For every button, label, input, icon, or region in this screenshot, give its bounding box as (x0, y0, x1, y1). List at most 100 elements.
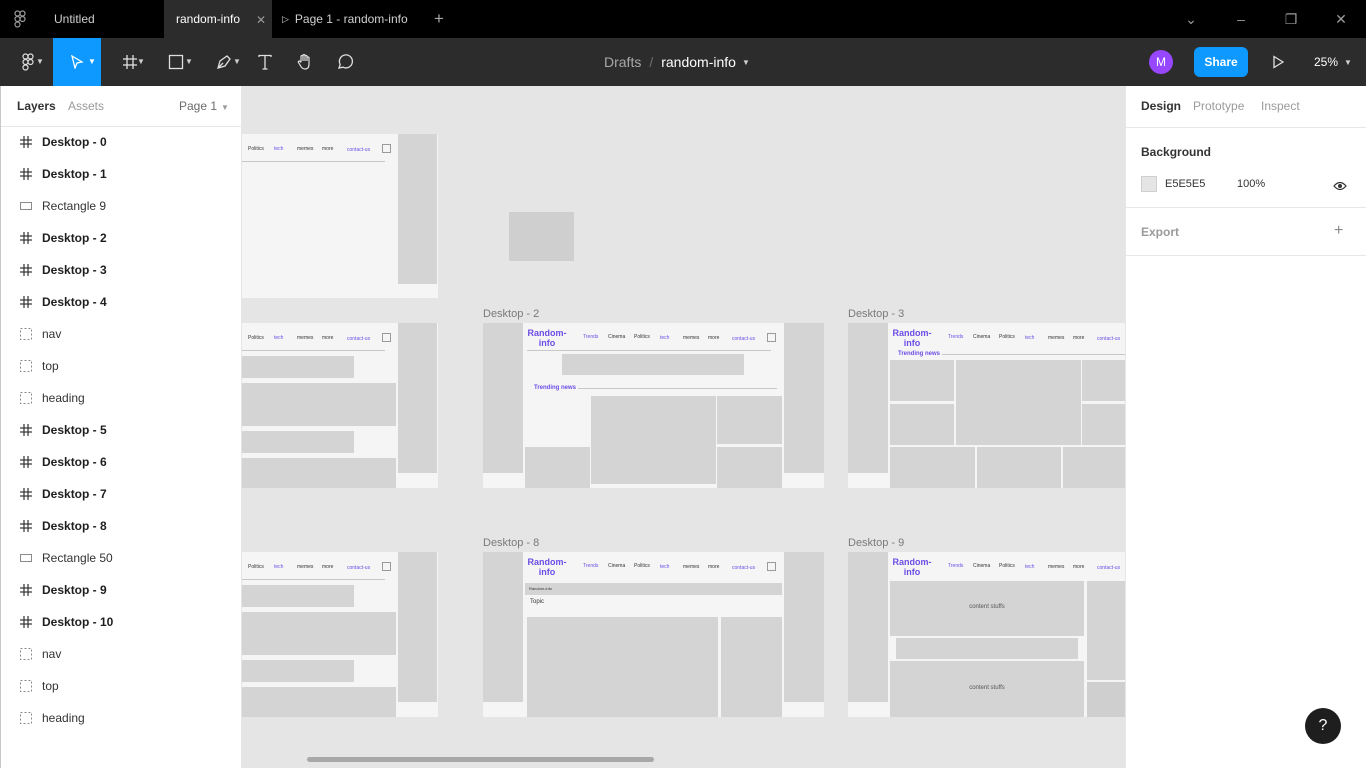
layer-row[interactable]: Desktop - 7 (1, 478, 242, 510)
tab-prototype-page[interactable]: ▷ Page 1 - random-info (272, 0, 428, 38)
layer-row[interactable]: Desktop - 10 (1, 606, 242, 638)
tab-random-info[interactable]: random-info ✕ (164, 0, 272, 38)
news-block (717, 447, 782, 488)
layer-row[interactable]: Rectangle 50 (1, 542, 242, 574)
layer-row[interactable]: Desktop - 3 (1, 254, 242, 286)
main-menu-button[interactable]: ▼ (8, 38, 48, 86)
group-icon (19, 391, 33, 405)
pen-tool-button[interactable]: ▼ (204, 38, 244, 86)
news-block (890, 360, 954, 401)
layer-row[interactable]: nav (1, 638, 242, 670)
divider (527, 350, 771, 351)
page-select-label: Page 1 (179, 99, 218, 113)
frame-desktop-7[interactable]: Politics tech memes more contact-us (242, 552, 438, 717)
window-close-icon[interactable]: ✕ (1316, 11, 1366, 28)
canvas[interactable]: Politics tech memes more contact-us Poli… (242, 86, 1125, 768)
news-block (890, 447, 975, 488)
move-tool-button[interactable]: ▼ (53, 38, 101, 86)
text-tool-button[interactable] (250, 38, 280, 86)
add-export-icon[interactable]: + (1334, 222, 1343, 240)
rectangle-9[interactable] (509, 212, 574, 261)
nav-item-memes: memes (683, 335, 700, 341)
help-button[interactable]: ? (1305, 708, 1341, 744)
hand-tool-button[interactable] (290, 38, 320, 86)
eye-icon[interactable] (1333, 178, 1347, 196)
layer-row[interactable]: nav (1, 318, 242, 350)
layer-row[interactable]: Desktop - 1 (1, 158, 242, 190)
layer-row[interactable]: top (1, 350, 242, 382)
frame-desktop-2[interactable]: Random-info Trends Cinema Politics tech … (483, 323, 824, 488)
frame-desktop-3[interactable]: Random-info Trends Cinema Politics tech … (848, 323, 1125, 488)
brand-logo: Random-info (892, 328, 932, 348)
close-icon[interactable]: ✕ (256, 13, 266, 27)
tab-design[interactable]: Design (1141, 99, 1181, 113)
layer-row[interactable]: Desktop - 9 (1, 574, 242, 606)
layer-label: nav (42, 327, 62, 341)
frame-desktop-1[interactable]: Politics tech memes more contact-us (242, 323, 438, 488)
frame-desktop-0[interactable]: Politics tech memes more contact-us (242, 134, 438, 298)
breadcrumb-drafts[interactable]: Drafts (604, 54, 641, 70)
figma-logo-icon[interactable] (0, 0, 40, 38)
nav-item-more: more (708, 335, 720, 341)
news-block (591, 396, 716, 484)
tab-inspect[interactable]: Inspect (1261, 99, 1300, 113)
new-tab-icon[interactable]: + (428, 9, 450, 29)
avatar[interactable]: M (1149, 50, 1173, 74)
frame-label[interactable]: Desktop - 8 (483, 537, 539, 549)
shape-tool-button[interactable]: ▼ (156, 38, 196, 86)
layer-label: Desktop - 4 (42, 295, 107, 309)
rectangle-icon (19, 199, 33, 213)
comment-tool-button[interactable] (330, 38, 360, 86)
group-icon (19, 711, 33, 725)
background-hex-input[interactable]: E5E5E5 (1165, 178, 1205, 190)
layer-row[interactable]: Desktop - 2 (1, 222, 242, 254)
layer-row[interactable]: top (1, 670, 242, 702)
comment-icon (338, 54, 353, 69)
layer-row[interactable]: Desktop - 5 (1, 414, 242, 446)
divider (242, 350, 385, 351)
layer-row[interactable]: Desktop - 4 (1, 286, 242, 318)
frame-label[interactable]: Desktop - 2 (483, 308, 539, 320)
brand-line-2: info (538, 338, 556, 348)
chevron-down-icon[interactable]: ⌄ (1166, 11, 1216, 28)
brand-line-1: Random- (892, 557, 932, 567)
background-opacity-input[interactable]: 100% (1237, 178, 1265, 190)
content-block (242, 458, 396, 488)
nav-item-memes: memes (1048, 335, 1065, 341)
layer-row[interactable]: Desktop - 8 (1, 510, 242, 542)
layer-row[interactable]: heading (1, 702, 242, 734)
content-label: content stuffs (969, 604, 1005, 610)
layer-row[interactable]: Desktop - 6 (1, 446, 242, 478)
frame-icon (19, 167, 33, 181)
horizontal-scrollbar[interactable] (307, 757, 654, 762)
search-icon (382, 333, 391, 342)
hand-icon (297, 53, 310, 70)
tab-prototype[interactable]: Prototype (1193, 99, 1244, 113)
frame-desktop-8[interactable]: Random-info Trends Cinema Politics tech … (483, 552, 824, 717)
present-button[interactable] (1266, 50, 1290, 74)
chevron-down-icon[interactable]: ▼ (742, 58, 750, 67)
tab-untitled[interactable]: Untitled (40, 0, 164, 38)
tab-assets[interactable]: Assets (68, 99, 104, 113)
share-button[interactable]: Share (1194, 47, 1248, 77)
background-color-swatch[interactable] (1141, 176, 1157, 192)
file-name[interactable]: random-info (661, 54, 736, 70)
sidebar-block (483, 323, 523, 473)
frame-label[interactable]: Desktop - 9 (848, 537, 904, 549)
frame-desktop-9[interactable]: Random-info Trends Cinema Politics tech … (848, 552, 1125, 717)
page-select[interactable]: Page 1 ▼ (179, 99, 229, 113)
right-panel-tabs: Design Prototype Inspect (1126, 86, 1366, 127)
tab-layers[interactable]: Layers (17, 99, 56, 113)
tab-label: random-info (176, 12, 241, 26)
zoom-select[interactable]: 25% ▼ (1314, 38, 1352, 86)
nav-item-contact: contact-us (732, 565, 756, 571)
layer-row[interactable]: Rectangle 9 (1, 190, 242, 222)
nav-item-more: more (1073, 564, 1085, 570)
frame-tool-button[interactable]: ▼ (110, 38, 150, 86)
article-block (527, 617, 718, 717)
maximize-icon[interactable]: ❐ (1266, 11, 1316, 28)
layer-row[interactable]: Desktop - 0 (1, 126, 242, 158)
minimize-icon[interactable]: – (1216, 11, 1266, 27)
layer-row[interactable]: heading (1, 382, 242, 414)
frame-label[interactable]: Desktop - 3 (848, 308, 904, 320)
